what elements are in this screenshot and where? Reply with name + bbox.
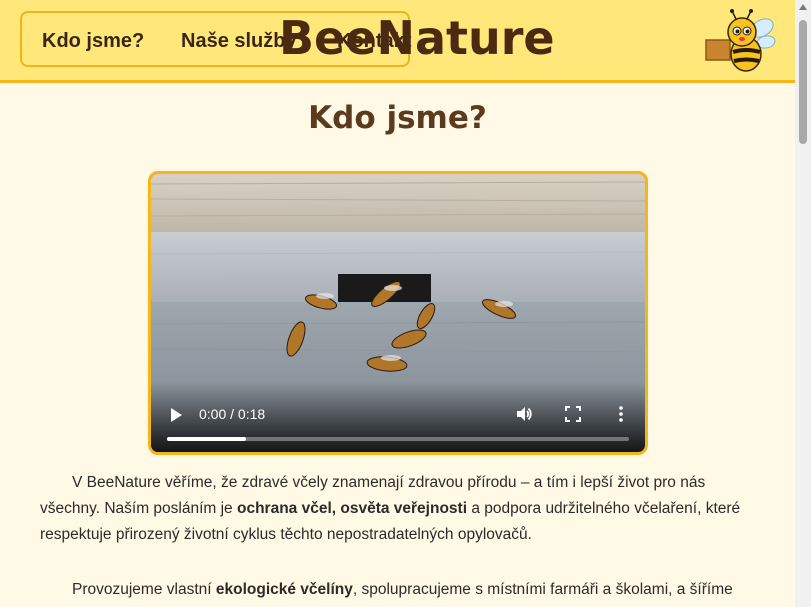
operations-text-1: Provozujeme vlastní bbox=[72, 581, 216, 598]
video-player[interactable]: 0:00 / 0:18 bbox=[148, 171, 648, 455]
intro-bold-1: ochrana včel, osvěta veřejnosti bbox=[236, 500, 468, 517]
brand-title: BeeNature bbox=[279, 11, 555, 65]
video-time: 0:00 / 0:18 bbox=[199, 406, 266, 422]
site-header: Kdo jsme? Naše služby Kontakt BeeNature bbox=[0, 0, 795, 83]
operations-text-2: , spolupracujeme s místními farmáři a šk… bbox=[352, 581, 733, 598]
scroll-thumb[interactable] bbox=[799, 20, 807, 144]
fullscreen-icon[interactable] bbox=[563, 404, 583, 424]
video-progress-bar[interactable] bbox=[167, 437, 629, 441]
operations-bold-1: ekologické včelíny bbox=[215, 581, 353, 598]
more-options-icon[interactable] bbox=[611, 404, 631, 424]
video-controls: 0:00 / 0:18 bbox=[151, 382, 645, 452]
page-title: Kdo jsme? bbox=[308, 100, 487, 136]
play-icon[interactable] bbox=[171, 408, 182, 422]
operations-paragraph: Provozujeme vlastní ekologické včelíny, … bbox=[40, 577, 756, 603]
page-scrollbar[interactable] bbox=[795, 0, 811, 607]
volume-icon[interactable] bbox=[514, 404, 534, 424]
video-progress-fill bbox=[167, 437, 246, 441]
scroll-up-icon[interactable] bbox=[799, 4, 807, 10]
bee-mascot-icon bbox=[705, 9, 776, 72]
intro-paragraph: V BeeNature věříme, že zdravé včely znam… bbox=[40, 470, 756, 548]
nav-link-about[interactable]: Kdo jsme? bbox=[42, 30, 144, 53]
